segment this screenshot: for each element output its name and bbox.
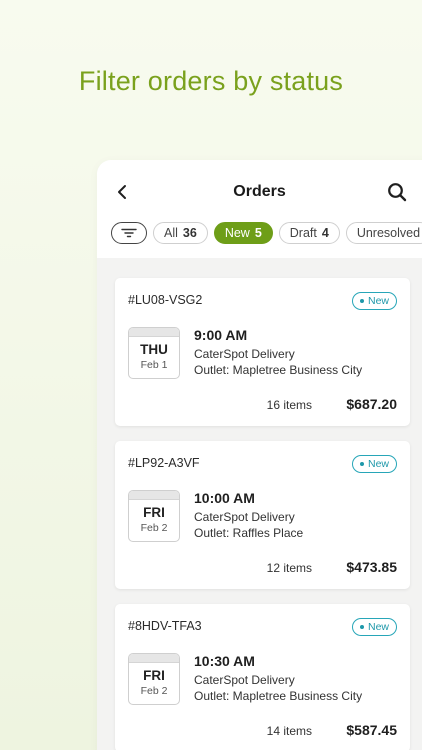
chip-label: Draft [289,226,317,240]
status-label: New [367,621,389,633]
status-dot-icon [359,625,364,629]
order-id: #8HDV-TFA3 [128,619,202,633]
orders-screen: Orders All 36 New 5 Draft 4 Unresolved #… [97,160,422,750]
delivery-time: 9:00 AM [194,327,248,343]
delivery-time: 10:30 AM [194,653,255,669]
order-card[interactable]: #LP92-A3VF New FRI Feb 2 10:00 AM CaterS… [115,441,410,589]
date-day: FRI [143,668,165,683]
outlet-name: Outlet: Mapletree Business City [194,689,363,703]
filter-icon [121,228,137,238]
outlet-name: Outlet: Mapletree Business City [194,363,363,377]
calendar-strip [129,491,179,500]
top-bar: Orders All 36 New 5 Draft 4 Unresolved [97,160,422,258]
date-day: FRI [143,505,165,520]
date-month-day: Feb 2 [140,522,168,534]
chip-count: 36 [182,226,197,240]
order-total: $687.20 [346,396,397,412]
item-count: 12 items [266,561,312,575]
status-filter-bar: All 36 New 5 Draft 4 Unresolved [111,222,422,244]
calendar-strip [129,654,179,663]
vendor-name: CaterSpot Delivery [194,510,295,524]
search-button[interactable] [387,182,407,202]
date-day: THU [140,342,168,357]
calendar-date: THU Feb 1 [128,327,180,379]
filter-chip-new[interactable]: New 5 [213,222,273,244]
outlet-name: Outlet: Raffles Place [194,526,304,540]
status-badge: New [351,618,397,636]
status-label: New [367,295,389,307]
order-card[interactable]: #LU08-VSG2 New THU Feb 1 9:00 AM CaterSp… [115,278,410,426]
status-label: New [367,458,389,470]
chip-label: All [164,226,178,240]
order-total: $587.45 [346,722,397,738]
status-badge: New [351,455,397,473]
item-count: 14 items [266,724,312,738]
date-month-day: Feb 1 [140,359,168,371]
marketing-headline: Filter orders by status [78,66,344,96]
calendar-date: FRI Feb 2 [128,490,180,542]
chip-label: Unresolved [356,226,421,240]
chip-label: New [224,226,250,240]
status-dot-icon [359,462,364,466]
vendor-name: CaterSpot Delivery [194,347,295,361]
filter-chip-all[interactable]: All 36 [153,222,208,244]
search-icon [388,183,407,202]
date-month-day: Feb 2 [140,685,168,697]
filter-button[interactable] [111,222,147,244]
item-count: 16 items [266,398,312,412]
filter-chip-draft[interactable]: Draft 4 [278,222,340,244]
order-total: $473.85 [346,559,397,575]
filter-chip-unresolved[interactable]: Unresolved [345,222,422,244]
order-id: #LU08-VSG2 [128,293,203,307]
delivery-time: 10:00 AM [194,490,255,506]
order-card[interactable]: #8HDV-TFA3 New FRI Feb 2 10:30 AM CaterS… [115,604,410,750]
calendar-strip [129,328,179,337]
order-id: #LP92-A3VF [128,456,200,470]
status-badge: New [351,292,397,310]
page-title: Orders [233,183,286,200]
calendar-date: FRI Feb 2 [128,653,180,705]
chip-count: 4 [321,226,329,240]
status-dot-icon [359,299,364,303]
vendor-name: CaterSpot Delivery [194,673,295,687]
chip-count: 5 [254,226,262,240]
